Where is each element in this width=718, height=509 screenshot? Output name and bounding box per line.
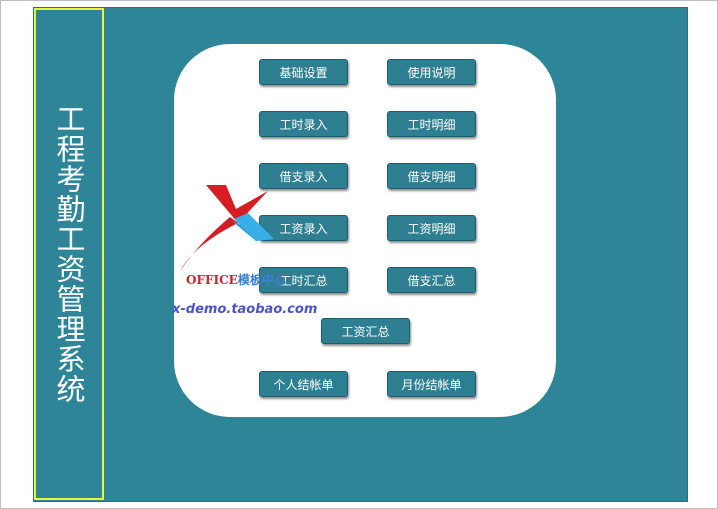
monthly-statement-button[interactable]: 月份结帐单 xyxy=(387,371,476,397)
wage-detail-button[interactable]: 工资明细 xyxy=(387,215,476,241)
instructions-button[interactable]: 使用说明 xyxy=(387,59,476,85)
basic-settings-button[interactable]: 基础设置 xyxy=(259,59,348,85)
loan-detail-button[interactable]: 借支明细 xyxy=(387,163,476,189)
watermark-url: x-demo.taobao.com xyxy=(172,302,318,317)
watermark-logo-icon xyxy=(180,185,274,271)
title-box: 工程考勤工资管理系统 xyxy=(34,8,104,500)
watermark-brand-cn: 模板中心 xyxy=(237,273,286,287)
hours-detail-button[interactable]: 工时明细 xyxy=(387,111,476,137)
watermark-brand: OFFICE模板中心 xyxy=(186,271,286,288)
loan-summary-button[interactable]: 借支汇总 xyxy=(387,267,476,293)
watermark-brand-en: OFFICE xyxy=(186,273,238,287)
wage-summary-button[interactable]: 工资汇总 xyxy=(321,318,410,344)
app-title: 工程考勤工资管理系统 xyxy=(52,104,86,404)
hours-entry-button[interactable]: 工时录入 xyxy=(259,111,348,137)
personal-statement-button[interactable]: 个人结帐单 xyxy=(259,371,348,397)
